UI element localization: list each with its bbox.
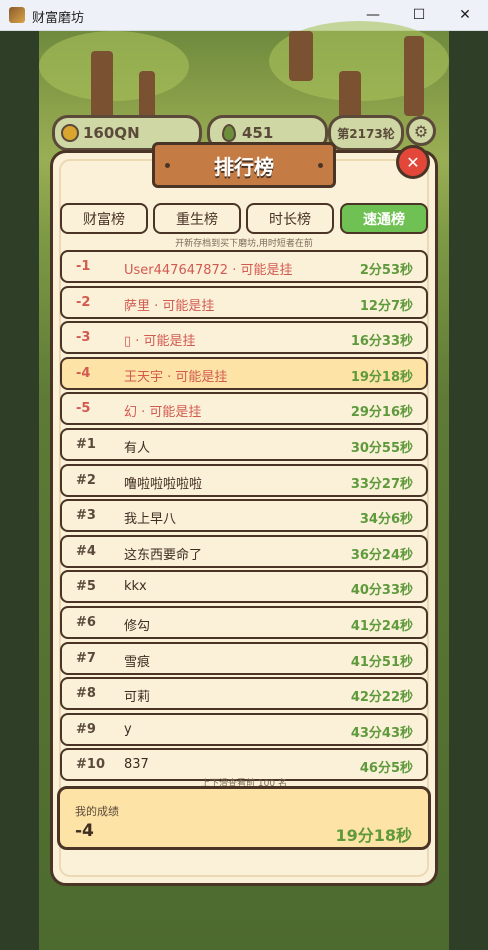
row-player-name: 王天宇 · 可能是挂 [124, 369, 228, 385]
round-badge: 第2173轮 [328, 115, 404, 151]
row-player-name: 有人 [124, 441, 151, 456]
row-time: 41分51秒 [350, 654, 413, 670]
leaderboard-row: #4 这东西要命了 36分24秒 [60, 534, 428, 568]
tab-2[interactable]: 时长榜 [246, 203, 334, 234]
row-rank: #4 [76, 543, 96, 559]
row-rank: #5 [76, 579, 96, 595]
row-player-name: 幻 · 可能是挂 [124, 405, 202, 421]
row-time: 34分6秒 [359, 512, 413, 528]
leaderboard-row: #6 修勾 41分24秒 [60, 606, 428, 639]
row-rank: -3 [76, 330, 91, 346]
leaderboard-row: #1 有人 30分55秒 [60, 428, 428, 461]
tab-1[interactable]: 重生榜 [153, 203, 241, 234]
row-player-name: 可莉 [124, 690, 151, 706]
leaderboard-row: -5 幻 · 可能是挂 29分16秒 [60, 392, 428, 426]
row-player-name: ▯ · 可能是挂 [124, 334, 196, 350]
row-time: 43分43秒 [350, 725, 413, 741]
leaderboard-row: -2 萨里 · 可能是挂 12分7秒 [60, 285, 428, 319]
row-rank: #3 [76, 508, 96, 524]
row-rank: #9 [76, 721, 96, 737]
row-rank: #6 [76, 615, 96, 630]
window-titlebar: 财富磨坊 — ☐ ✕ [0, 0, 488, 31]
row-time: 42分22秒 [350, 690, 413, 706]
leaderboard-row: #7 雪痕 41分51秒 [60, 641, 428, 675]
round-label: 第2173轮 [337, 126, 395, 141]
row-player-name: y [124, 721, 132, 737]
row-player-name: kkx [124, 579, 147, 595]
row-player-name: 837 [124, 757, 149, 773]
window-title: 财富磨坊 [32, 11, 85, 26]
panel-title: 排行榜 [214, 154, 274, 179]
row-rank: #2 [76, 472, 96, 488]
gear-icon: ⚙ [413, 121, 429, 141]
leaderboard-title-plaque: 排行榜 [152, 142, 336, 188]
row-player-name: 萨里 · 可能是挂 [124, 298, 215, 314]
nail-icon [318, 163, 323, 168]
foliage [39, 31, 189, 101]
row-time: 29分16秒 [350, 405, 413, 421]
window-close-button[interactable]: ✕ [442, 0, 488, 30]
leaderboard-row: #5 kkx 40分33秒 [60, 570, 428, 604]
leaf-drop-icon [222, 124, 236, 142]
row-rank: -2 [76, 294, 91, 310]
row-time: 36分24秒 [350, 547, 413, 563]
tab-0[interactable]: 财富榜 [60, 203, 148, 234]
leaderboard-row: -1 User447647872 · 可能是挂 2分53秒 [60, 250, 428, 283]
leaderboard-rule-note: 开新存档到买下磨坊,用时短者在前 [175, 239, 313, 249]
row-player-name: 修勾 [124, 619, 151, 634]
settings-button[interactable]: ⚙ [406, 116, 436, 146]
my-result-rank: -4 [75, 821, 94, 841]
row-time: 33分27秒 [350, 476, 413, 492]
row-rank: #7 [76, 650, 96, 666]
row-rank: #1 [76, 437, 96, 452]
app-icon [9, 7, 25, 23]
row-rank: #8 [76, 686, 96, 702]
nail-icon [165, 163, 170, 168]
row-player-name: User447647872 · 可能是挂 [124, 263, 293, 278]
row-time: 2分53秒 [359, 263, 413, 278]
my-result-time: 19分18秒 [335, 826, 412, 845]
row-rank: -4 [76, 365, 91, 381]
row-time: 12分7秒 [359, 298, 413, 314]
row-time: 16分33秒 [350, 334, 413, 350]
leaderboard-row: #8 可莉 42分22秒 [60, 677, 428, 711]
gem-value: 451 [242, 124, 274, 142]
my-result-label: 我的成绩 [75, 805, 119, 818]
row-rank: -1 [76, 259, 91, 274]
row-time: 41分24秒 [350, 619, 413, 634]
close-leaderboard-button[interactable]: ✕ [396, 145, 430, 179]
tab-3[interactable]: 速通榜 [340, 203, 428, 234]
row-rank: -5 [76, 401, 91, 417]
row-time: 40分33秒 [350, 583, 413, 599]
row-player-name: 雪痕 [124, 654, 151, 670]
row-player-name: 我上早八 [124, 512, 177, 528]
row-player-name: 噜啦啦啦啦啦 [124, 476, 203, 492]
currency-value: 160QN [83, 124, 140, 142]
close-icon: ✕ [406, 152, 420, 172]
coin-icon [61, 124, 79, 142]
row-player-name: 这东西要命了 [124, 547, 203, 563]
tree-trunk [404, 36, 424, 116]
row-rank: #10 [76, 757, 105, 773]
leaderboard-row: #3 我上早八 34分6秒 [60, 499, 428, 533]
leaderboard-row: -3 ▯ · 可能是挂 16分33秒 [60, 321, 428, 355]
leaderboard-row: #2 噜啦啦啦啦啦 33分27秒 [60, 463, 428, 497]
leaderboard-row: -4 王天宇 · 可能是挂 19分18秒 [60, 356, 428, 390]
leaderboard-row: #9 y 43分43秒 [60, 712, 428, 746]
row-time: 19分18秒 [350, 369, 413, 385]
tree-trunk [289, 31, 313, 81]
row-time: 46分5秒 [359, 761, 413, 777]
row-time: 30分55秒 [350, 441, 413, 456]
my-result-card: 我的成绩 -4 19分18秒 [57, 786, 431, 850]
